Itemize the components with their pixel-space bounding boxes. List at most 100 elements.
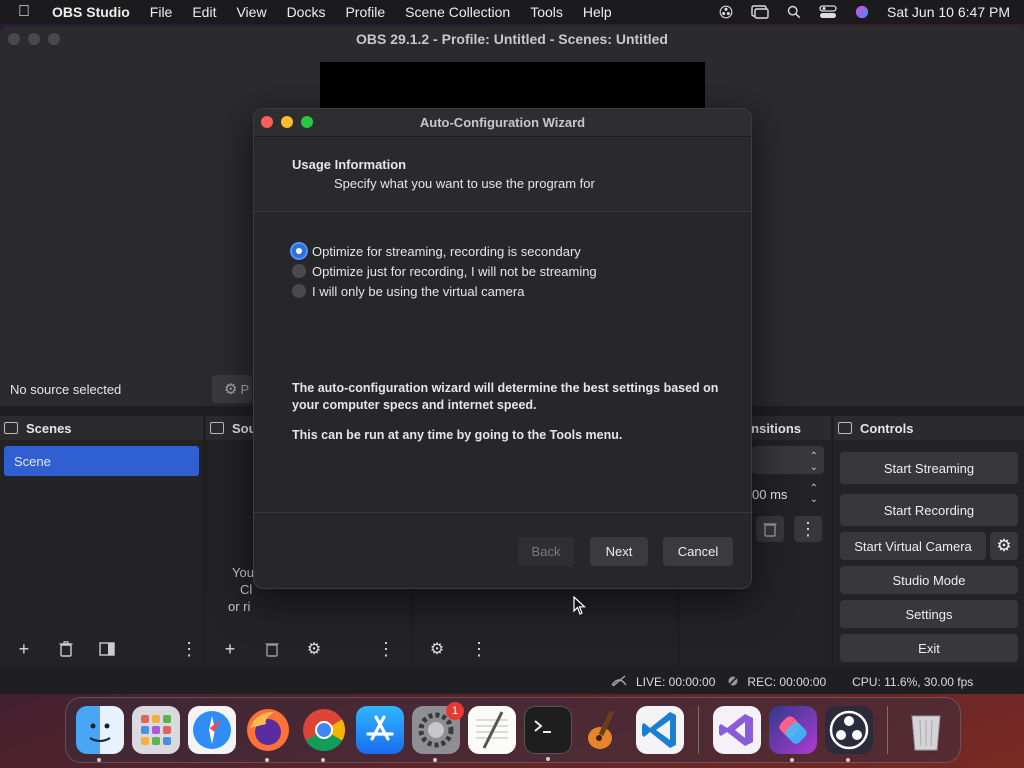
start-streaming-button[interactable]: Start Streaming [840,452,1018,484]
screen-mirroring-icon[interactable] [751,5,769,19]
back-button[interactable]: Back [518,537,574,566]
properties-button[interactable]: ⚙ P [212,375,252,403]
minimize-icon[interactable] [281,116,293,128]
dock-divider [887,706,888,754]
firefox-icon[interactable] [244,706,292,762]
gear-icon: ⚙ [429,641,445,658]
minimize-icon[interactable] [28,33,40,45]
transitions-more-button[interactable]: ⋮ [794,516,822,542]
add-scene-button[interactable]: + [10,636,38,662]
gear-icon: ⚙ [306,641,322,658]
radio-recording[interactable]: Optimize just for recording, I will not … [292,261,597,281]
source-properties-button[interactable]: ⚙ [300,636,328,662]
menu-scene-collection[interactable]: Scene Collection [395,4,520,20]
wizard-divider [254,512,751,513]
menu-profile[interactable]: Profile [335,4,395,20]
dock-undock-icon[interactable] [838,422,852,434]
advanced-audio-button[interactable]: ⚙ [423,636,451,662]
exit-button[interactable]: Exit [840,634,1018,662]
dock-divider [698,706,699,754]
radio-label[interactable]: Optimize for streaming, recording is sec… [312,244,581,259]
menu-help[interactable]: Help [573,4,622,20]
obs-status-icon[interactable] [717,5,735,19]
apple-menu-icon[interactable]:  [0,3,48,21]
controls-dock: Controls Start Streaming Start Recording… [834,416,1024,666]
wizard-info: The auto-configuration wizard will deter… [292,380,722,444]
zoom-icon[interactable] [48,33,60,45]
more-vertical-icon: ⋮ [377,638,395,659]
garageband-icon[interactable] [580,706,628,754]
launchpad-icon[interactable] [132,706,180,754]
menu-file[interactable]: File [140,4,183,20]
radio-label[interactable]: Optimize just for recording, I will not … [312,264,597,279]
finder-icon[interactable] [76,706,124,762]
studio-mode-button[interactable]: Studio Mode [840,566,1018,594]
app-store-icon[interactable] [356,706,404,754]
trash-icon[interactable] [902,706,950,754]
scenes-more-button[interactable]: ⋮ [175,636,203,662]
zoom-icon[interactable] [301,116,313,128]
menu-view[interactable]: View [226,4,276,20]
menu-docks[interactable]: Docks [277,4,336,20]
shortcuts-icon[interactable] [769,706,817,762]
menu-tools[interactable]: Tools [520,4,573,20]
transition-select[interactable]: ⌃ ⌄ [752,446,824,474]
settings-button[interactable]: Settings [840,600,1018,628]
close-icon[interactable] [8,33,20,45]
radio-label[interactable]: I will only be using the virtual camera [312,284,524,299]
safari-icon[interactable] [188,706,236,754]
radio-unchecked-icon[interactable] [292,284,306,298]
no-source-label: No source selected [10,381,122,397]
menu-app-name[interactable]: OBS Studio [48,4,140,20]
transitions-toolbar: ⋮ [756,516,822,542]
remove-scene-button[interactable] [52,636,80,662]
wizard-titlebar: Auto-Configuration Wizard [254,109,751,137]
next-button[interactable]: Next [590,537,648,566]
virtual-camera-settings-button[interactable]: ⚙ [990,532,1018,560]
radio-unchecked-icon[interactable] [292,264,306,278]
scenes-toolbar: + ⋮ [0,632,203,666]
audio-mixer-more-button[interactable]: ⋮ [465,636,493,662]
dock-undock-icon[interactable] [210,422,224,434]
duration-stepper[interactable]: 00 ms ⌃ ⌄ [752,480,824,508]
control-center-icon[interactable] [819,5,837,19]
system-settings-icon[interactable]: 1 [412,702,464,762]
visual-studio-icon[interactable] [713,706,761,754]
settings-badge: 1 [446,702,464,720]
close-icon[interactable] [261,116,273,128]
dock-undock-icon[interactable] [4,422,18,434]
textedit-icon[interactable] [468,706,516,754]
trash-icon [59,641,73,657]
remove-transition-button[interactable] [756,516,784,542]
auto-config-wizard-dialog: Auto-Configuration Wizard Usage Informat… [253,108,752,589]
start-recording-button[interactable]: Start Recording [840,494,1018,526]
scene-filters-button[interactable] [94,636,122,662]
plus-icon: + [224,638,236,659]
sources-hint-line-1: You [232,565,254,580]
terminal-icon[interactable] [524,706,572,761]
gear-icon: ⚙ [224,381,238,398]
scene-list-item[interactable]: Scene [4,446,199,476]
spotlight-search-icon[interactable] [785,5,803,19]
menu-edit[interactable]: Edit [182,4,226,20]
transitions-title: ansitions [743,420,801,436]
network-off-icon [610,674,628,690]
radio-checked-icon[interactable] [292,244,306,258]
radio-streaming[interactable]: Optimize for streaming, recording is sec… [292,241,597,261]
usage-radio-group: Optimize for streaming, recording is sec… [292,241,597,301]
sources-more-button[interactable]: ⋮ [372,636,400,662]
add-source-button[interactable]: + [216,636,244,662]
stepper-arrows-icon[interactable]: ⌃ ⌄ [810,483,818,505]
macos-dock: 1 [65,697,961,763]
obs-icon[interactable] [825,706,873,762]
siri-icon[interactable] [853,5,871,19]
chrome-icon[interactable] [300,706,348,762]
start-virtual-camera-button[interactable]: Start Virtual Camera [840,532,986,560]
remove-source-button[interactable] [258,636,286,662]
vscode-icon[interactable] [636,706,684,754]
wizard-header: Usage Information Specify what you want … [254,137,751,212]
cancel-button[interactable]: Cancel [663,537,733,566]
menubar-clock[interactable]: Sat Jun 10 6:47 PM [887,4,1010,20]
scenes-dock: Scenes Scene + ⋮ [0,416,203,666]
radio-virtual-camera[interactable]: I will only be using the virtual camera [292,281,597,301]
